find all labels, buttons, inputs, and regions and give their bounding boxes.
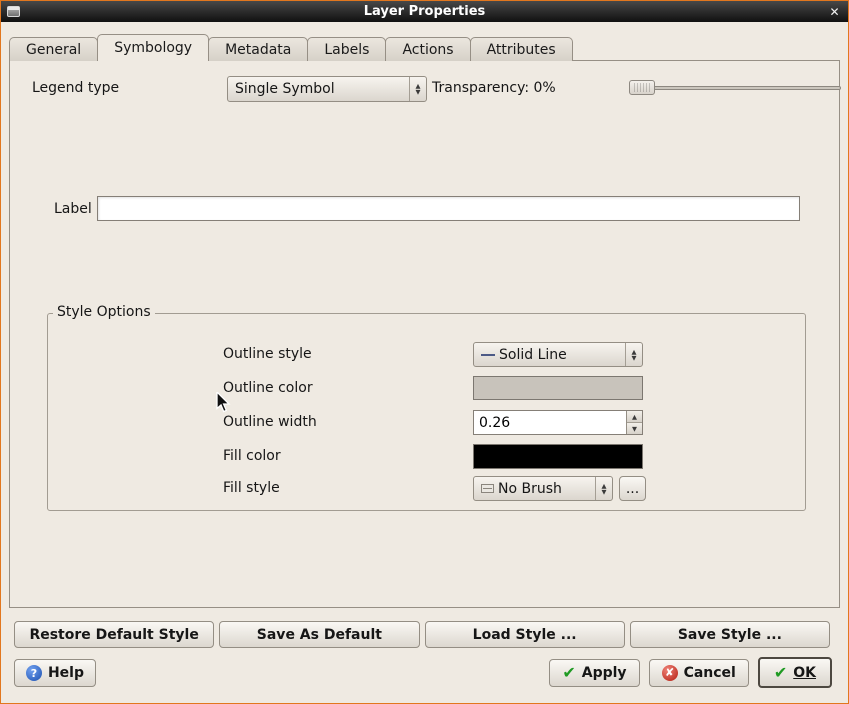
tab-metadata-label: Metadata [225, 42, 291, 58]
more-button-label: ... [626, 481, 639, 497]
tab-labels-label: Labels [324, 42, 369, 58]
ok-label: OK [793, 665, 816, 681]
tab-actions-label: Actions [402, 42, 453, 58]
outline-color-button[interactable] [473, 376, 643, 400]
outline-style-combo[interactable]: Solid Line ▲ ▼ [473, 342, 643, 367]
cancel-icon: ✘ [662, 665, 678, 681]
apply-label: Apply [582, 665, 627, 681]
spin-down-button[interactable]: ▼ [627, 423, 642, 434]
fill-color-label: Fill color [223, 448, 281, 464]
legend-type-value: Single Symbol [228, 81, 409, 97]
transparency-slider[interactable] [629, 80, 841, 96]
help-icon: ? [26, 665, 42, 681]
outline-style-label: Outline style [223, 346, 312, 362]
save-style-button[interactable]: Save Style ... [630, 621, 830, 648]
tab-actions[interactable]: Actions [385, 37, 470, 61]
help-button[interactable]: ? Help [14, 659, 96, 687]
slider-handle[interactable] [629, 80, 655, 95]
tab-labels[interactable]: Labels [307, 37, 386, 61]
arrow-down-glyph: ▼ [602, 489, 607, 495]
restore-default-style-button[interactable]: Restore Default Style [14, 621, 214, 648]
chevron-updown-icon: ▲ ▼ [625, 343, 642, 366]
spin-up-button[interactable]: ▲ [627, 411, 642, 423]
apply-button[interactable]: ✔ Apply [549, 659, 639, 687]
arrow-down-glyph: ▼ [632, 425, 637, 433]
button-label: Load Style ... [473, 627, 577, 643]
help-glyph: ? [31, 667, 37, 680]
spinner-buttons: ▲ ▼ [626, 411, 642, 434]
symbology-panel: Legend type Single Symbol ▲ ▼ Transparen… [9, 60, 840, 608]
close-icon[interactable]: ✕ [826, 3, 843, 20]
slider-groove[interactable] [629, 86, 841, 90]
solid-line-icon [481, 354, 495, 356]
window-title: Layer Properties [1, 4, 848, 19]
tab-symbology[interactable]: Symbology [97, 34, 209, 61]
titlebar[interactable]: Layer Properties ✕ [1, 1, 848, 22]
button-label: Restore Default Style [29, 627, 198, 643]
outline-width-input[interactable] [474, 411, 626, 434]
save-as-default-button[interactable]: Save As Default [219, 621, 419, 648]
action-buttons: ✔ Apply ✘ Cancel ✔ OK [549, 657, 832, 688]
arrow-up-glyph: ▲ [632, 413, 637, 421]
tab-attributes-label: Attributes [487, 42, 556, 58]
fill-color-button[interactable] [473, 444, 643, 469]
style-options-group: Style Options Outline style Solid Line ▲… [47, 313, 806, 511]
style-options-title: Style Options [53, 304, 155, 320]
cancel-glyph: ✘ [665, 666, 674, 679]
outline-width-label: Outline width [223, 414, 317, 430]
button-label: Save As Default [257, 627, 382, 643]
label-field-label: Label [54, 201, 92, 217]
style-buttons-row: Restore Default Style Save As Default Lo… [14, 621, 830, 648]
ok-button[interactable]: ✔ OK [758, 657, 832, 688]
tab-general[interactable]: General [9, 37, 98, 61]
apply-check-icon: ✔ [562, 665, 575, 681]
ok-check-icon: ✔ [774, 665, 787, 681]
fill-style-label: Fill style [223, 480, 280, 496]
legend-type-label: Legend type [32, 80, 119, 96]
chevron-updown-icon: ▲ ▼ [409, 77, 426, 101]
button-label: Save Style ... [678, 627, 782, 643]
fill-style-combo[interactable]: No Brush ▲ ▼ [473, 476, 613, 501]
tab-bar: General Symbology Metadata Labels Action… [9, 34, 572, 61]
outline-width-spinbox[interactable]: ▲ ▼ [473, 410, 643, 435]
fill-style-more-button[interactable]: ... [619, 476, 646, 501]
outline-color-label: Outline color [223, 380, 313, 396]
cancel-label: Cancel [684, 665, 736, 681]
tab-general-label: General [26, 42, 81, 58]
tab-attributes[interactable]: Attributes [470, 37, 573, 61]
outline-style-value: Solid Line [495, 347, 625, 363]
window-icon [7, 6, 20, 17]
legend-type-combo[interactable]: Single Symbol ▲ ▼ [227, 76, 427, 102]
cancel-button[interactable]: ✘ Cancel [649, 659, 749, 687]
tab-metadata[interactable]: Metadata [208, 37, 308, 61]
help-label: Help [48, 665, 84, 681]
fill-style-value: No Brush [494, 481, 595, 497]
chevron-updown-icon: ▲ ▼ [595, 477, 612, 500]
no-brush-icon [481, 484, 494, 493]
transparency-label: Transparency: 0% [432, 80, 556, 96]
layer-properties-dialog: Layer Properties ✕ General Symbology Met… [0, 0, 849, 704]
tab-symbology-label: Symbology [114, 40, 192, 56]
arrow-down-glyph: ▼ [632, 355, 637, 361]
arrow-down-glyph: ▼ [416, 89, 421, 95]
load-style-button[interactable]: Load Style ... [425, 621, 625, 648]
label-input[interactable] [97, 196, 800, 221]
